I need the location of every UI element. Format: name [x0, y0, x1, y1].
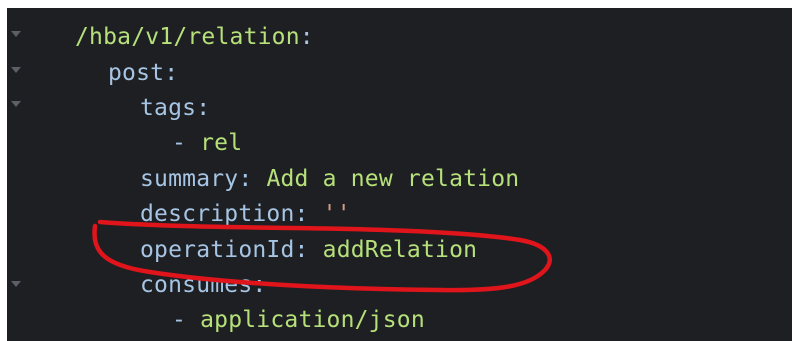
fold-icon[interactable]	[11, 31, 21, 37]
code-line-tags: tags:	[140, 90, 210, 126]
colon: :	[299, 24, 314, 50]
code-line-path: /hba/v1/relation:	[75, 19, 314, 55]
colon: :	[238, 166, 267, 192]
list-dash: -	[172, 307, 201, 333]
description-key: description	[140, 201, 295, 227]
summary-key: summary	[140, 166, 239, 192]
fold-icon[interactable]	[11, 67, 21, 73]
code-line-operationid: operationId: addRelation	[140, 232, 477, 268]
code-line-consumes-item: - application/json	[172, 302, 425, 338]
colon: :	[164, 60, 179, 86]
editor-gutter	[7, 8, 37, 341]
operationid-key: operationId	[140, 237, 295, 263]
code-line-consumes: consumes:	[140, 267, 266, 303]
consumes-key: consumes	[140, 272, 253, 298]
tag-value: rel	[200, 130, 243, 156]
path-key: /hba/v1/relation	[75, 24, 300, 50]
code-line-description: description: ''	[140, 196, 351, 232]
post-key: post	[108, 60, 165, 86]
fold-icon[interactable]	[11, 101, 21, 107]
code-editor[interactable]: /hba/v1/relation: post: tags: - rel summ…	[7, 8, 792, 341]
summary-value: Add a new relation	[266, 166, 520, 192]
colon: :	[294, 237, 323, 263]
colon: :	[196, 95, 211, 121]
code-line-post: post:	[108, 55, 178, 91]
code-line-tag-item: - rel	[172, 125, 242, 161]
consumes-value: application/json	[200, 307, 425, 333]
colon: :	[294, 201, 323, 227]
colon: :	[252, 272, 267, 298]
operationid-value: addRelation	[322, 237, 478, 263]
tags-key: tags	[140, 95, 197, 121]
code-line-summary: summary: Add a new relation	[140, 161, 519, 197]
list-dash: -	[172, 130, 201, 156]
description-value: ''	[322, 201, 351, 227]
fold-icon[interactable]	[11, 281, 21, 287]
